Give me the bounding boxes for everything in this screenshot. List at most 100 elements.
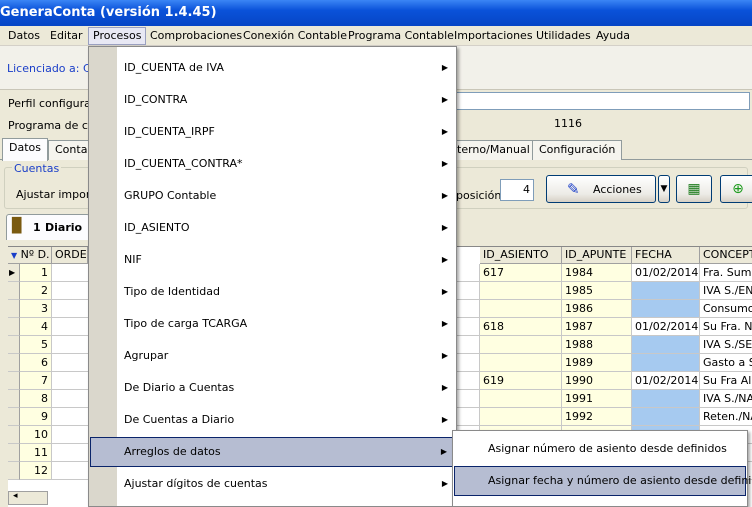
cell-nd[interactable]: 9 (20, 408, 52, 426)
cell-id-apunte[interactable]: 1989 (562, 354, 632, 372)
menu-item-4[interactable]: GRUPO Contable ▶ (90, 181, 456, 211)
cell-fecha[interactable] (632, 390, 700, 408)
column-header-id-asiento[interactable]: ID_ASIENTO (480, 247, 562, 264)
menu-item-12[interactable]: Arreglos de datos ▶ (90, 437, 456, 467)
table-button[interactable]: ▦ (676, 175, 712, 203)
cell-nd[interactable]: 1 (20, 264, 52, 282)
row-indicator[interactable] (8, 444, 20, 462)
perfil-input[interactable] (456, 92, 750, 110)
menu-item-7[interactable]: Tipo de Identidad ▶ (90, 277, 456, 307)
menu-ayuda[interactable]: Ayuda (592, 27, 634, 45)
menu-item-0[interactable]: ID_CUENTA de IVA ▶ (90, 53, 456, 83)
posicion-input[interactable]: 4 (500, 179, 534, 201)
cell-concepto[interactable]: Consumo (700, 300, 752, 318)
row-indicator[interactable] (8, 336, 20, 354)
cell-concepto[interactable]: IVA S./EN (700, 282, 752, 300)
cell-id-asiento[interactable] (480, 390, 562, 408)
cell-fecha[interactable]: 01/02/2014 (632, 372, 700, 390)
cell-fecha[interactable] (632, 408, 700, 426)
cell-id-asiento[interactable] (480, 336, 562, 354)
row-indicator[interactable] (8, 408, 20, 426)
menu-item-6[interactable]: NIF ▶ (90, 245, 456, 275)
cell-id-apunte[interactable]: 1988 (562, 336, 632, 354)
cell-id-apunte[interactable]: 1987 (562, 318, 632, 336)
row-indicator[interactable] (8, 390, 20, 408)
row-indicator[interactable] (8, 372, 20, 390)
cell-concepto[interactable]: IVA S./SE (700, 336, 752, 354)
cell-nd[interactable]: 7 (20, 372, 52, 390)
cell-id-apunte[interactable]: 1985 (562, 282, 632, 300)
cell-id-asiento[interactable]: 619 (480, 372, 562, 390)
acciones-button[interactable]: ✎ Acciones (546, 175, 656, 203)
cell-fecha[interactable] (632, 354, 700, 372)
cell-nd[interactable]: 11 (20, 444, 52, 462)
menu-item-11[interactable]: De Cuentas a Diario ▶ (90, 405, 456, 435)
cell-id-asiento[interactable]: 618 (480, 318, 562, 336)
row-indicator[interactable] (8, 426, 20, 444)
cell-fecha[interactable]: 01/02/2014 (632, 318, 700, 336)
acciones-dropdown-button[interactable]: ▼ (658, 175, 670, 203)
cell-concepto[interactable]: Su Fra. Nº (700, 318, 752, 336)
menu-importaciones[interactable]: Importaciones (450, 27, 537, 45)
cell-id-apunte[interactable]: 1991 (562, 390, 632, 408)
row-indicator[interactable] (8, 354, 20, 372)
column-header-fecha[interactable]: FECHA (632, 247, 700, 264)
cell-nd[interactable]: 3 (20, 300, 52, 318)
menu-item-8[interactable]: Tipo de carga TCARGA ▶ (90, 309, 456, 339)
cell-nd[interactable]: 4 (20, 318, 52, 336)
row-indicator[interactable] (8, 282, 20, 300)
cell-fecha[interactable] (632, 282, 700, 300)
menu-item-10[interactable]: De Diario a Cuentas ▶ (90, 373, 456, 403)
menu-item-1[interactable]: ID_CONTRA ▶ (90, 85, 456, 115)
menu-datos[interactable]: Datos (4, 27, 44, 45)
menu-programa-contable[interactable]: Programa Contable (344, 27, 458, 45)
column-header-nd[interactable]: ▼ Nº D. (8, 247, 52, 264)
cell-nd[interactable]: 12 (20, 462, 52, 480)
cell-fecha[interactable] (632, 336, 700, 354)
cell-id-asiento[interactable] (480, 300, 562, 318)
menu-utilidades[interactable]: Utilidades (532, 27, 595, 45)
menu-procesos[interactable]: Procesos (88, 27, 147, 45)
cell-concepto[interactable]: IVA S./NA (700, 390, 752, 408)
cell-concepto[interactable]: Reten./NA (700, 408, 752, 426)
submenu-item-0[interactable]: Asignar número de asiento desde definido… (454, 434, 746, 464)
cell-nd[interactable]: 6 (20, 354, 52, 372)
cell-fecha[interactable] (632, 300, 700, 318)
column-header-concepto[interactable]: CONCEPT (700, 247, 752, 264)
cell-id-apunte[interactable]: 1992 (562, 408, 632, 426)
column-header-orden[interactable]: ORDE (52, 247, 88, 264)
tab-configuracion[interactable]: Configuración (532, 140, 623, 160)
title-bar[interactable]: GeneraConta (versión 1.4.45) (0, 0, 752, 26)
cell-id-asiento[interactable] (480, 408, 562, 426)
menu-item-13[interactable]: Ajustar dígitos de cuentas ▶ (90, 469, 456, 499)
cell-concepto[interactable]: Gasto a S (700, 354, 752, 372)
menu-item-9[interactable]: Agrupar ▶ (90, 341, 456, 371)
menu-conexion-contable[interactable]: Conexión Contable (239, 27, 351, 45)
horizontal-scrollbar[interactable]: ◂ (8, 491, 48, 505)
row-indicator[interactable] (8, 462, 20, 480)
cell-concepto[interactable]: Su Fra Alc (700, 372, 752, 390)
cell-id-apunte[interactable]: 1986 (562, 300, 632, 318)
menu-item-2[interactable]: ID_CUENTA_IRPF ▶ (90, 117, 456, 147)
tab-datos[interactable]: Datos (2, 138, 48, 161)
tab-diario[interactable]: ▉ 1 Diario (6, 214, 90, 240)
cell-id-asiento[interactable] (480, 282, 562, 300)
cell-id-apunte[interactable]: 1984 (562, 264, 632, 282)
cell-nd[interactable]: 10 (20, 426, 52, 444)
cell-nd[interactable]: 5 (20, 336, 52, 354)
add-button[interactable]: ⊕ (720, 175, 752, 203)
cell-nd[interactable]: 8 (20, 390, 52, 408)
menu-comprobaciones[interactable]: Comprobaciones (146, 27, 246, 45)
cell-concepto[interactable]: Fra. Sumir (700, 264, 752, 282)
tab-externo-manual[interactable]: terno/Manual (450, 140, 537, 160)
cell-id-apunte[interactable]: 1990 (562, 372, 632, 390)
row-indicator[interactable]: ▶ (8, 264, 20, 282)
cell-id-asiento[interactable] (480, 354, 562, 372)
cell-fecha[interactable]: 01/02/2014 (632, 264, 700, 282)
cell-id-asiento[interactable]: 617 (480, 264, 562, 282)
row-indicator[interactable] (8, 318, 20, 336)
menu-item-3[interactable]: ID_CUENTA_CONTRA* ▶ (90, 149, 456, 179)
menu-editar[interactable]: Editar (46, 27, 87, 45)
row-indicator[interactable] (8, 300, 20, 318)
menu-item-5[interactable]: ID_ASIENTO ▶ (90, 213, 456, 243)
